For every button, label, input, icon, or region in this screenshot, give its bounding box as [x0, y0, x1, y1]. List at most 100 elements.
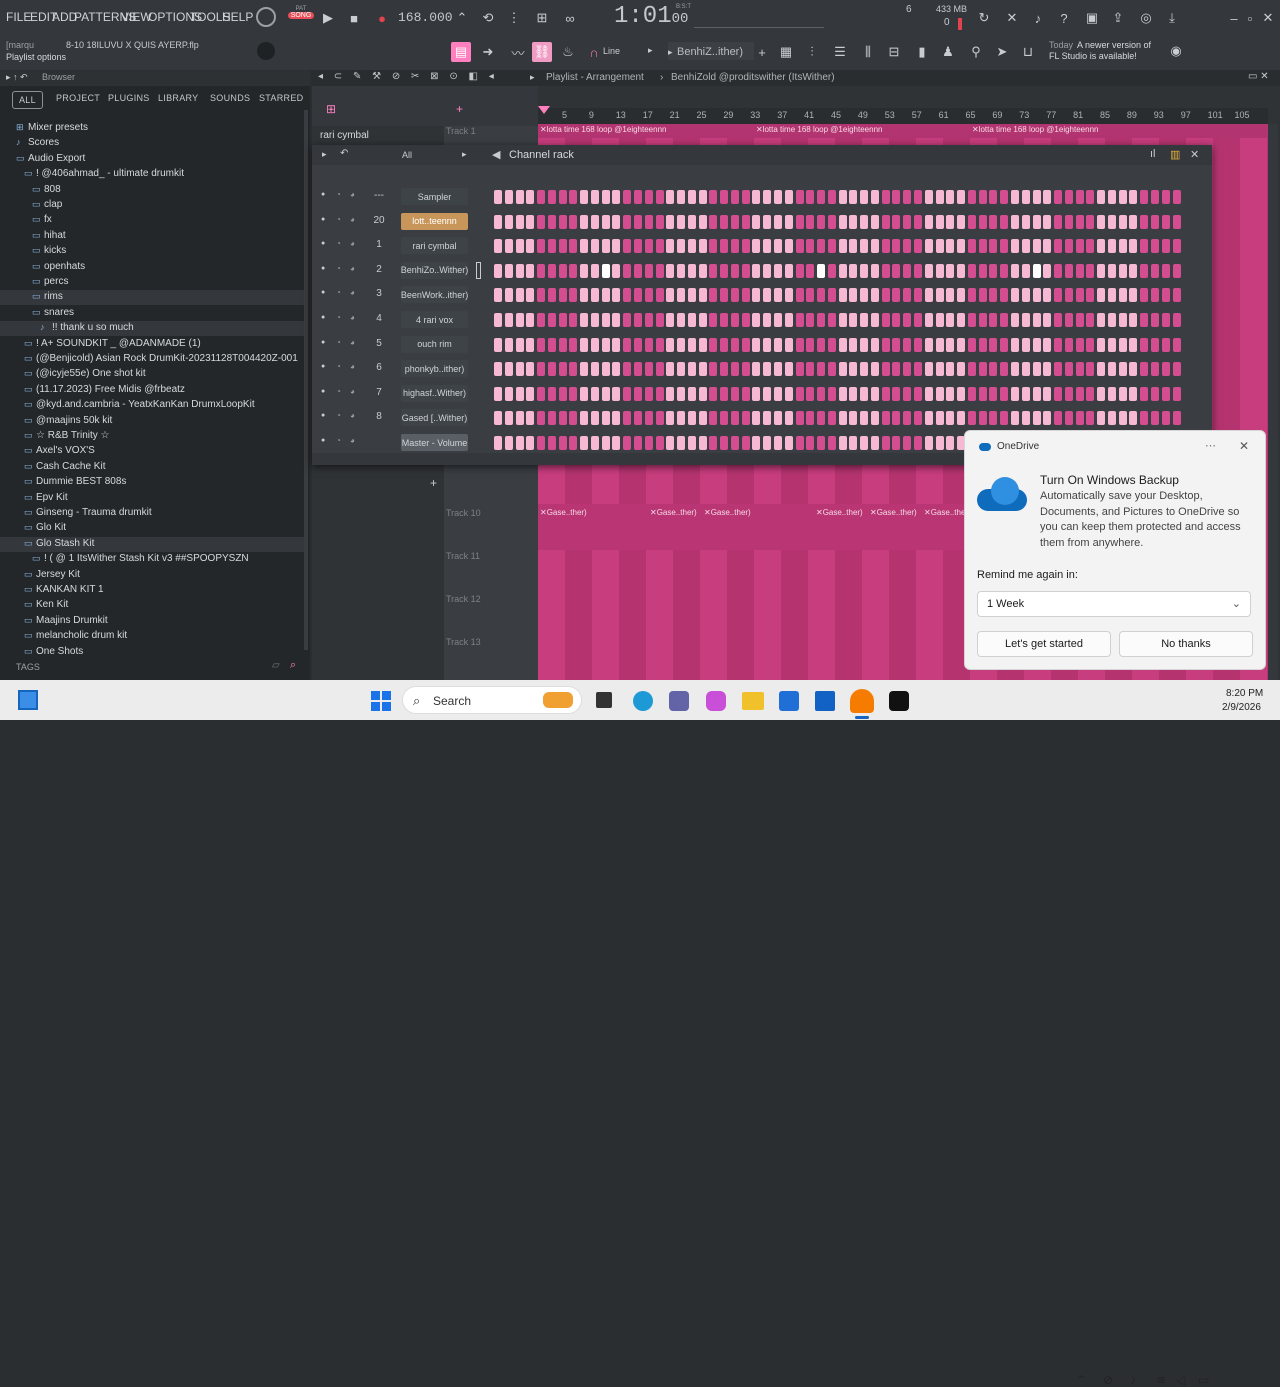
step-button[interactable]: [1172, 288, 1181, 303]
step-button[interactable]: [537, 411, 546, 426]
step-button[interactable]: [1000, 263, 1009, 278]
channel-name-button[interactable]: Master - Volume: [401, 434, 468, 451]
step-button[interactable]: [924, 190, 933, 204]
step-button[interactable]: [795, 337, 804, 352]
step-button[interactable]: [989, 337, 998, 352]
browser-item[interactable]: ▭ rims: [0, 290, 304, 306]
step-button[interactable]: [526, 190, 535, 204]
mute-led-icon[interactable]: ●: [321, 216, 325, 223]
step-button[interactable]: [1032, 214, 1041, 229]
step-button[interactable]: [1129, 239, 1138, 254]
step-button[interactable]: [752, 190, 761, 204]
step-button[interactable]: [634, 386, 642, 401]
step-button[interactable]: [515, 190, 524, 204]
step-button[interactable]: [1172, 263, 1181, 278]
step-button[interactable]: [1021, 239, 1030, 254]
step-button[interactable]: [752, 362, 761, 377]
step-button[interactable]: [677, 337, 686, 352]
step-button[interactable]: [838, 436, 847, 450]
step-button[interactable]: [634, 313, 642, 327]
step-button[interactable]: [957, 214, 966, 229]
pan-knob-icon[interactable]: ◔: [336, 313, 341, 322]
step-button[interactable]: [946, 214, 955, 229]
channel-route-number[interactable]: 7: [370, 387, 388, 398]
step-button[interactable]: [1161, 411, 1170, 426]
step-button[interactable]: [601, 214, 610, 229]
step-button[interactable]: [774, 313, 783, 327]
step-button[interactable]: [558, 214, 567, 229]
step-button[interactable]: [827, 263, 836, 278]
step-button[interactable]: [763, 362, 772, 377]
step-button[interactable]: [806, 337, 815, 352]
channel-row[interactable]: ● ◔ ◕ 1 rari cymbal: [312, 237, 1192, 257]
step-button[interactable]: [838, 337, 847, 352]
step-button[interactable]: [1010, 239, 1019, 254]
step-button[interactable]: [817, 386, 826, 401]
next-button[interactable]: ➜: [478, 42, 498, 62]
step-button[interactable]: [666, 411, 675, 426]
step-button[interactable]: [1075, 362, 1084, 377]
export-button[interactable]: ⇪: [1108, 8, 1128, 28]
step-button[interactable]: [537, 190, 546, 204]
step-button[interactable]: [806, 362, 815, 377]
step-button[interactable]: [752, 386, 761, 401]
browser-item[interactable]: ▭ Axel's VOX'S: [0, 444, 304, 459]
step-button[interactable]: [817, 411, 826, 426]
step-button[interactable]: [687, 386, 696, 401]
step-button[interactable]: [1021, 214, 1030, 229]
step-button[interactable]: [612, 337, 621, 352]
step-button[interactable]: [870, 263, 879, 278]
step-button[interactable]: [634, 239, 642, 254]
step-button[interactable]: [504, 288, 513, 303]
step-button[interactable]: [881, 239, 890, 254]
step-button[interactable]: [623, 263, 632, 278]
step-button[interactable]: [1107, 263, 1116, 278]
step-button[interactable]: [1161, 337, 1170, 352]
step-button[interactable]: [666, 313, 675, 327]
step-button[interactable]: [1161, 214, 1170, 229]
step-button[interactable]: [1064, 386, 1073, 401]
download-button[interactable]: ⤓: [1162, 8, 1182, 28]
step-button[interactable]: [677, 411, 686, 426]
step-button[interactable]: [838, 386, 847, 401]
channel-route-number[interactable]: ---: [370, 190, 388, 201]
step-button[interactable]: [1140, 362, 1149, 377]
step-button[interactable]: [1054, 288, 1063, 303]
browser-item[interactable]: ▭ (@Benjicold) Asian Rock DrumKit-2023112…: [0, 352, 304, 367]
step-button[interactable]: [784, 263, 793, 278]
step-button[interactable]: [590, 190, 599, 204]
step-button[interactable]: [1064, 288, 1073, 303]
pan-knob-icon[interactable]: ◔: [336, 387, 341, 396]
step-button[interactable]: [601, 313, 610, 327]
step-button[interactable]: [634, 214, 642, 229]
step-button[interactable]: [1150, 239, 1159, 254]
step-button[interactable]: [957, 362, 966, 377]
step-button[interactable]: [515, 411, 524, 426]
step-button[interactable]: [967, 288, 976, 303]
step-button[interactable]: [827, 436, 836, 450]
browser-arrows-icon[interactable]: ▸ ↑ ↶: [6, 72, 28, 83]
step-button[interactable]: [698, 288, 707, 303]
step-button[interactable]: [644, 436, 653, 450]
step-button[interactable]: [806, 263, 815, 278]
step-button[interactable]: [849, 313, 858, 327]
clip-label[interactable]: ✕Gase..ther): [650, 508, 697, 517]
step-button[interactable]: [1043, 190, 1052, 204]
browser-button[interactable]: ⊟: [884, 42, 904, 62]
step-button[interactable]: [590, 288, 599, 303]
step-button[interactable]: [870, 337, 879, 352]
step-button[interactable]: [547, 288, 556, 303]
step-button[interactable]: [720, 214, 729, 229]
step-button[interactable]: [623, 214, 632, 229]
step-button[interactable]: [623, 313, 632, 327]
step-button[interactable]: [1000, 288, 1009, 303]
step-button[interactable]: [946, 288, 955, 303]
step-button[interactable]: [580, 288, 589, 303]
step-button[interactable]: [1161, 386, 1170, 401]
step-button[interactable]: [590, 313, 599, 327]
step-button[interactable]: [957, 337, 966, 352]
step-button[interactable]: [1010, 190, 1019, 204]
step-button[interactable]: [677, 313, 686, 327]
lets-get-started-button[interactable]: Let's get started: [977, 631, 1111, 657]
step-button[interactable]: [806, 190, 815, 204]
